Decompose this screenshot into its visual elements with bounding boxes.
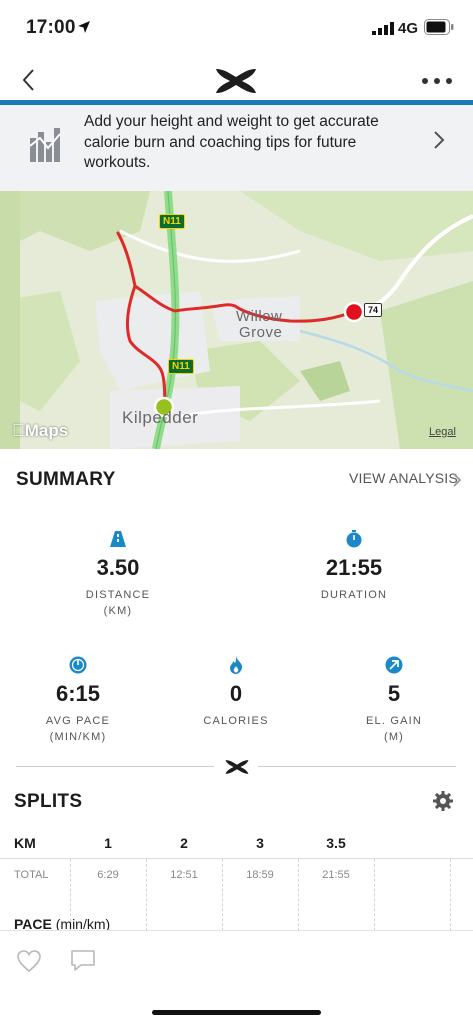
more-options-icon[interactable]	[420, 76, 454, 86]
flame-icon	[230, 656, 243, 674]
duration-label: DURATION	[320, 589, 388, 601]
map-label-grove: Grove	[239, 324, 283, 341]
battery-icon	[424, 19, 454, 35]
calories-value: 0	[229, 681, 243, 706]
chevron-right-icon[interactable]	[432, 130, 446, 150]
distance-label: DISTANCE	[85, 589, 151, 601]
distance-unit: (KM)	[103, 605, 133, 617]
total-cell: 21:55	[322, 869, 350, 881]
comment-icon[interactable]	[70, 949, 96, 973]
heart-icon[interactable]	[16, 949, 42, 973]
stat-calories: 0 CALORIES	[176, 656, 296, 729]
bottom-action-bar	[0, 930, 473, 1024]
stat-duration: 21:55 DURATION	[294, 530, 414, 603]
status-bar: 17:00 4G	[0, 0, 473, 56]
total-cell: 12:51	[170, 869, 198, 881]
stopwatch-icon	[346, 530, 362, 548]
calories-label: CALORIES	[203, 715, 269, 727]
total-label: TOTAL	[14, 869, 49, 881]
el-gain-value: 5	[387, 681, 401, 706]
avg-pace-label: AVG PACE	[45, 715, 111, 727]
map-label-kilpedder: Kilpedder	[122, 408, 199, 427]
duration-value: 21:55	[325, 555, 383, 580]
profile-chart-icon	[30, 128, 61, 162]
km-cell: 3.5	[326, 835, 346, 851]
stat-distance: 3.50 DISTANCE (KM)	[58, 530, 178, 619]
km-header-row: KM 1 2 3 3.5	[0, 828, 473, 858]
back-icon[interactable]	[18, 67, 42, 93]
view-analysis-link[interactable]: VIEW ANALYSIS	[349, 470, 458, 486]
distance-value: 3.50	[96, 555, 140, 580]
avg-pace-value: 6:15	[55, 681, 101, 706]
network-type: 4G	[398, 20, 419, 37]
maps-credit: Maps	[12, 421, 68, 440]
stat-avg-pace: 6:15 AVG PACE (MIN/KM)	[18, 656, 138, 745]
el-gain-unit: (M)	[383, 731, 405, 743]
road-badge-n11-top: N11	[159, 214, 185, 229]
route-end-marker	[343, 301, 365, 323]
apple-icon: 	[12, 421, 25, 440]
banner-text: Add your height and weight to get accura…	[84, 113, 379, 171]
gear-icon[interactable]	[433, 791, 453, 811]
nav-bar	[0, 56, 473, 104]
route-map[interactable]: N11 N11 74 Willow Grove Kilpedder Maps …	[0, 191, 473, 449]
total-cell: 18:59	[246, 869, 274, 881]
km-cell: 3	[256, 835, 264, 851]
stat-elevation-gain: 5 EL. GAIN (M)	[334, 656, 454, 745]
map-label-willow: Willow	[236, 308, 283, 325]
divider-right	[258, 766, 456, 767]
chevron-right-icon[interactable]	[452, 472, 462, 488]
status-time: 17:00	[26, 17, 76, 38]
location-arrow-icon	[78, 21, 90, 33]
home-indicator[interactable]	[152, 1010, 321, 1015]
road-badge-74: 74	[364, 303, 383, 317]
pace-gauge-icon	[69, 656, 87, 674]
splits-title: SPLITS	[14, 791, 83, 812]
road-icon	[110, 531, 126, 547]
avg-pace-unit: (MIN/KM)	[49, 731, 107, 743]
km-cell: 2	[180, 835, 188, 851]
brand-logo-icon	[225, 760, 249, 774]
brand-logo-icon	[216, 69, 256, 93]
divider-left	[16, 766, 214, 767]
el-gain-label: EL. GAIN	[365, 715, 423, 727]
signal-icon	[372, 22, 394, 35]
km-header: KM	[14, 835, 36, 851]
elevation-arrow-icon	[385, 656, 403, 674]
road-badge-n11-bottom: N11	[168, 359, 194, 374]
total-cell: 6:29	[97, 869, 119, 881]
legal-link[interactable]: Legal	[429, 426, 456, 438]
profile-completion-banner[interactable]: Add your height and weight to get accura…	[0, 105, 473, 191]
km-cell: 1	[104, 835, 112, 851]
summary-title: SUMMARY	[16, 469, 116, 490]
